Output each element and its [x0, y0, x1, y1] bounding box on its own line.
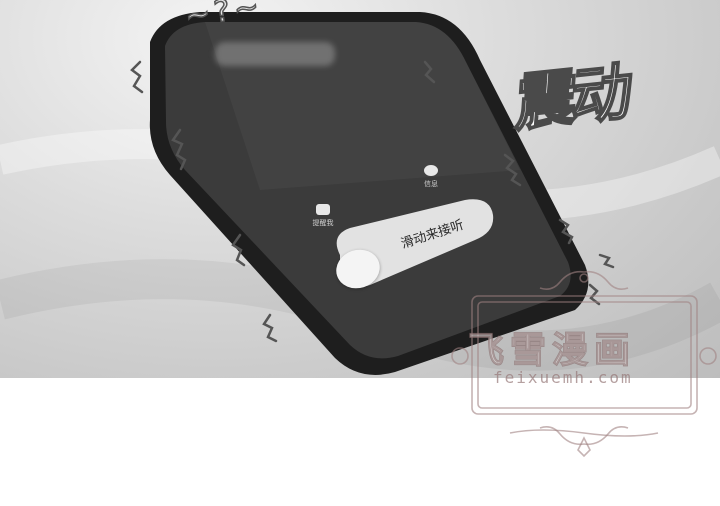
watermark-url: feixuemh.com	[493, 368, 633, 387]
sound-effect: 震动	[512, 54, 665, 158]
ornament-right	[699, 347, 717, 365]
remind-me-action[interactable]: 提醒我	[312, 204, 334, 228]
ornament-top-dot	[579, 273, 589, 283]
ornament-swirl	[509, 429, 659, 437]
watermark-title: 飞雪漫画	[467, 329, 637, 371]
message-icon	[424, 165, 438, 176]
ornament-bottom-diamond	[577, 436, 591, 458]
sound-effect-text: 震动	[512, 54, 631, 142]
notification-banner	[215, 42, 335, 66]
remind-me-label: 提醒我	[312, 219, 334, 227]
vibration-mark	[130, 60, 144, 94]
ornament-left	[451, 347, 469, 365]
message-action[interactable]: 信息	[420, 165, 442, 189]
vibration-mark	[262, 313, 278, 343]
vibration-mark	[598, 253, 615, 269]
message-label: 信息	[424, 180, 438, 188]
alarm-icon	[316, 204, 330, 215]
